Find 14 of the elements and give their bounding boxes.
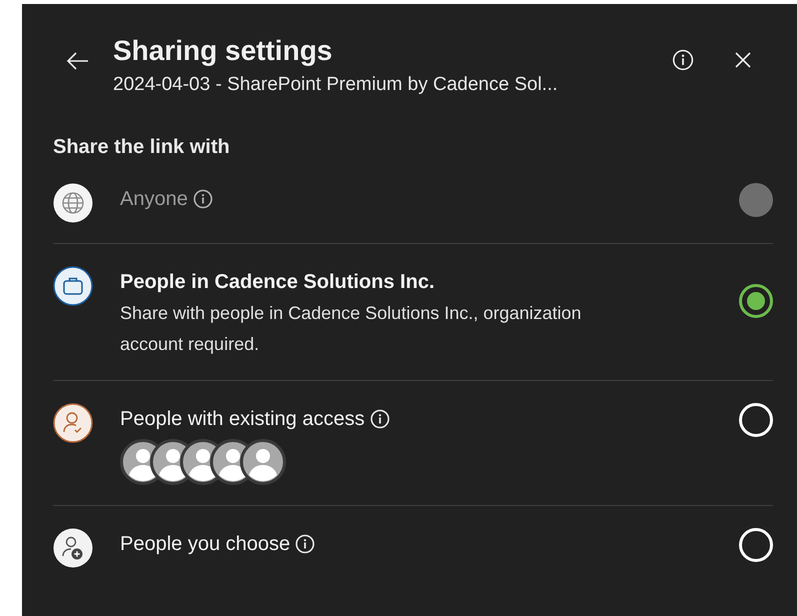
- person-check-icon: [53, 403, 93, 443]
- radio-button[interactable]: [739, 284, 773, 318]
- option-description: Share with people in Cadence Solutions Inc., organization account required.: [120, 302, 582, 356]
- file-name: 2024-04-03 - SharePoint Premium by Cadence Sol...: [113, 73, 559, 97]
- globe-icon: [53, 183, 93, 223]
- section-heading: Share the link with: [53, 136, 231, 159]
- option-title: Anyone: [120, 187, 188, 212]
- briefcase-icon: [53, 266, 93, 306]
- option-title: People with existing access: [120, 407, 365, 432]
- panel-title: Sharing settings: [113, 34, 334, 68]
- option-title: People in Cadence Solutions Inc.: [120, 270, 435, 295]
- option-title: People you choose: [120, 532, 290, 557]
- info-button[interactable]: [671, 48, 695, 72]
- person-add-icon: [53, 528, 93, 568]
